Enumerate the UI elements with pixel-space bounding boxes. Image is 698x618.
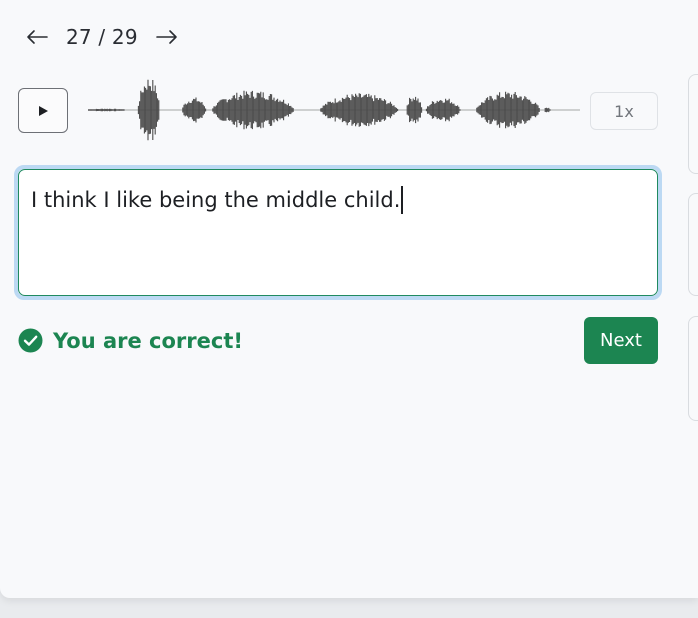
check-circle-icon xyxy=(18,328,43,353)
feedback-message: You are correct! xyxy=(18,328,243,353)
answer-focus-ring: I think I like being the middle child. xyxy=(14,165,662,300)
side-card-1[interactable] xyxy=(688,74,698,174)
audio-waveform[interactable] xyxy=(88,70,580,150)
arrow-left-icon xyxy=(27,30,48,44)
prev-button[interactable] xyxy=(24,22,50,52)
play-button[interactable] xyxy=(18,88,68,133)
text-caret xyxy=(401,186,403,214)
playback-speed-button[interactable]: 1x xyxy=(590,92,658,130)
dictation-panel: 27 / 29 1x I think I like being the midd… xyxy=(0,0,698,598)
page-counter: 27 / 29 xyxy=(66,25,138,49)
pagination-nav: 27 / 29 xyxy=(24,22,180,52)
side-card-3[interactable] xyxy=(688,316,698,421)
arrow-right-icon xyxy=(155,30,177,44)
play-icon xyxy=(39,105,48,116)
next-page-button[interactable] xyxy=(154,22,180,52)
answer-input[interactable]: I think I like being the middle child. xyxy=(18,169,658,296)
answer-text: I think I like being the middle child. xyxy=(31,188,401,212)
side-card-2[interactable] xyxy=(688,193,698,296)
next-button[interactable]: Next xyxy=(584,317,658,364)
feedback-text: You are correct! xyxy=(53,328,243,353)
